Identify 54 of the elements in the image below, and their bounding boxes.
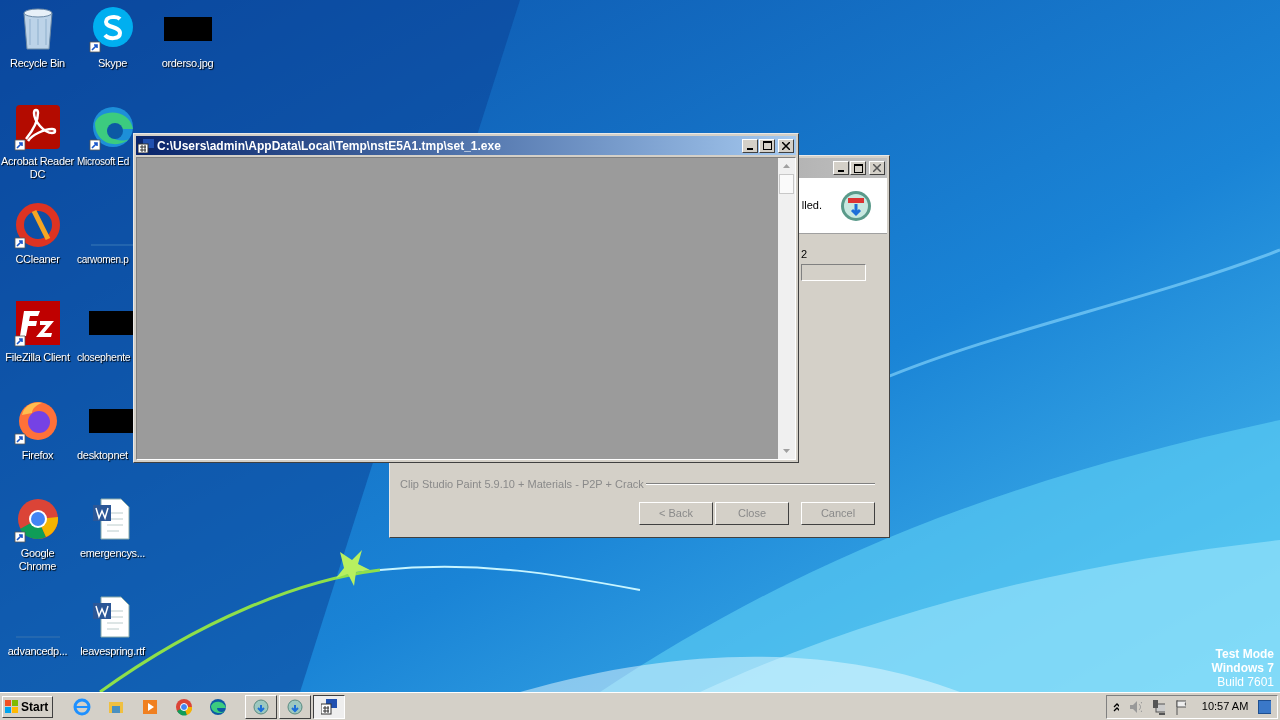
disc-globe-icon bbox=[840, 189, 872, 222]
icon-label[interactable]: Google Chrome bbox=[0, 547, 75, 573]
taskbar-button[interactable] bbox=[313, 694, 345, 719]
console-app-icon bbox=[138, 138, 154, 153]
media-player-icon[interactable] bbox=[141, 697, 159, 716]
scroll-thumb[interactable] bbox=[779, 174, 794, 194]
clock[interactable]: 10:57 AM bbox=[1201, 698, 1249, 715]
icon-label[interactable]: advancedp... bbox=[6, 645, 69, 658]
minimize-button[interactable] bbox=[833, 161, 849, 175]
window-title: C:\Users\admin\AppData\Local\Temp\nstE5A1.tmp\set_1.exe bbox=[157, 137, 502, 155]
network-icon[interactable] bbox=[1152, 698, 1165, 715]
icon-label[interactable]: desktopnet bbox=[76, 449, 129, 462]
icon-label[interactable]: carwomen.p bbox=[76, 253, 130, 266]
minimize-icon bbox=[747, 147, 753, 150]
brand-text: Clip Studio Paint 5.9.10 + Materials - P2P + Crack bbox=[400, 476, 644, 492]
header-text: lled. bbox=[801, 198, 822, 214]
start-logo-icon bbox=[5, 699, 19, 714]
browser-icon[interactable] bbox=[175, 697, 193, 716]
browser-icon[interactable] bbox=[209, 697, 227, 716]
minimize-icon bbox=[838, 170, 844, 172]
icon-label[interactable]: Skype bbox=[96, 57, 129, 70]
flag-icon[interactable] bbox=[1174, 698, 1186, 715]
icon-label[interactable]: leavespring.rtf bbox=[79, 645, 146, 658]
disc-globe-icon bbox=[253, 698, 269, 715]
console-app-icon bbox=[321, 698, 337, 715]
close-icon bbox=[873, 164, 881, 172]
close-icon bbox=[782, 141, 790, 150]
icon-label[interactable]: Firefox bbox=[20, 449, 55, 462]
fz-app-icon[interactable] bbox=[13, 299, 62, 347]
scrollbar[interactable] bbox=[778, 158, 795, 459]
icon-label[interactable]: Acrobat Reader DC bbox=[0, 155, 75, 181]
maximize-icon bbox=[853, 163, 863, 173]
pdf-app-icon[interactable] bbox=[13, 103, 62, 151]
close-button[interactable] bbox=[778, 138, 794, 153]
status-label: 2 bbox=[801, 248, 809, 261]
icon-label[interactable]: orderso.jpg bbox=[160, 57, 215, 70]
disc-globe-icon bbox=[287, 698, 303, 715]
watermark-text: Test Mode bbox=[1215, 647, 1274, 661]
maximize-button[interactable] bbox=[850, 161, 866, 175]
watermark-text: Build 7601 bbox=[1217, 675, 1274, 689]
show-hidden-icons-icon[interactable] bbox=[1113, 701, 1120, 712]
close-button[interactable] bbox=[869, 161, 885, 175]
maximize-button[interactable] bbox=[759, 138, 775, 153]
icon-label[interactable]: CCleaner bbox=[14, 253, 61, 266]
icon-label[interactable]: emergencys... bbox=[78, 547, 147, 560]
icon-label[interactable]: Recycle Bin bbox=[9, 57, 66, 70]
icon-label[interactable]: Microsoft Ed bbox=[76, 155, 130, 168]
show-desktop-icon[interactable] bbox=[1258, 699, 1271, 714]
minimize-button[interactable] bbox=[742, 138, 758, 153]
icon-label[interactable]: closephente bbox=[76, 351, 132, 364]
maximize-icon bbox=[762, 141, 772, 150]
start-button[interactable]: Start bbox=[2, 695, 53, 718]
watermark-text: Windows 7 bbox=[1211, 661, 1274, 675]
icon-label[interactable]: FileZilla Client bbox=[4, 351, 71, 364]
